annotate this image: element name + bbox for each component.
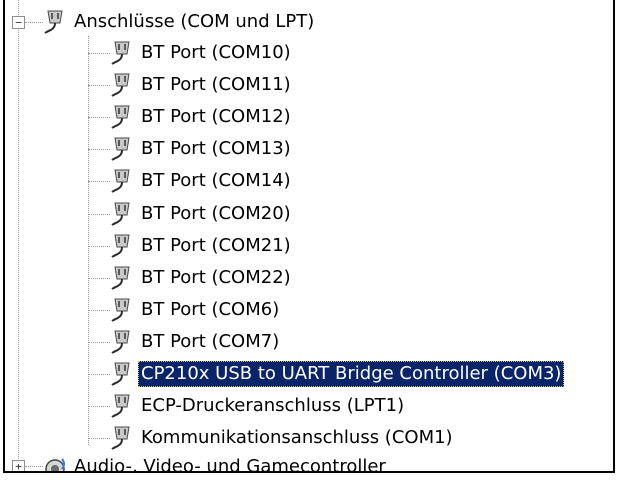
port-connector-icon	[111, 137, 130, 161]
tree-node-label: BT Port (COM10)	[141, 42, 291, 63]
port-connector-icon	[111, 105, 130, 129]
tree-node-label: BT Port (COM6)	[141, 299, 280, 320]
port-connector-icon	[111, 169, 130, 193]
tree-node-port[interactable]: BT Port (COM7)	[108, 327, 282, 357]
tree-branch	[88, 246, 110, 247]
port-connector-icon	[111, 426, 130, 450]
tree-node-label: Anschlüsse (COM und LPT)	[74, 11, 315, 32]
tree-line-root	[18, 0, 19, 465]
tree-node-port[interactable]: ECP-Druckeranschluss (LPT1)	[108, 391, 407, 421]
tree-node-port[interactable]: BT Port (COM11)	[108, 70, 294, 100]
tree-node-label: BT Port (COM14)	[141, 170, 291, 191]
port-connector-icon	[111, 298, 130, 322]
tree-branch	[88, 278, 110, 279]
port-connector-icon	[111, 234, 130, 258]
tree-line-children	[88, 36, 89, 445]
tree-branch	[88, 149, 110, 150]
tree-node-label: ECP-Druckeranschluss (LPT1)	[141, 395, 405, 416]
tree-node-port[interactable]: BT Port (COM10)	[108, 38, 294, 68]
tree-branch	[88, 85, 110, 86]
tree-node-audio[interactable]: Audio-, Video- und Gamecontroller	[41, 452, 389, 473]
tree-branch	[88, 374, 110, 375]
collapse-toggle[interactable]: −	[12, 16, 25, 29]
port-connector-icon	[111, 362, 130, 386]
port-connector-icon	[44, 10, 63, 34]
port-connector-icon	[111, 330, 130, 354]
tree-node-port[interactable]: CP210x USB to UART Bridge Controller (CO…	[108, 359, 565, 389]
expand-toggle[interactable]: +	[12, 460, 25, 471]
tree-node-label: BT Port (COM12)	[141, 106, 291, 127]
tree-node-label: BT Port (COM21)	[141, 235, 291, 256]
tree-node-label: BT Port (COM13)	[141, 138, 291, 159]
port-connector-icon	[111, 266, 130, 290]
tree-branch	[88, 53, 110, 54]
tree-branch	[88, 214, 110, 215]
tree-node-label: BT Port (COM22)	[141, 267, 291, 288]
port-connector-icon	[111, 73, 130, 97]
tree-node-port[interactable]: BT Port (COM20)	[108, 199, 294, 229]
tree-branch	[88, 117, 110, 118]
tree-node-port[interactable]: BT Port (COM14)	[108, 166, 294, 196]
tree-node-label: CP210x USB to UART Bridge Controller (CO…	[138, 361, 565, 387]
tree-node-port[interactable]: BT Port (COM12)	[108, 102, 294, 132]
tree-node-label: BT Port (COM20)	[141, 203, 291, 224]
tree-node-port[interactable]: BT Port (COM22)	[108, 263, 294, 293]
tree-node-port[interactable]: BT Port (COM6)	[108, 295, 282, 325]
tree-branch	[88, 310, 110, 311]
tree-node-anschluesse[interactable]: Anschlüsse (COM und LPT)	[41, 7, 317, 37]
device-tree[interactable]: − Anschlüsse (COM und LPT) BT Port (COM1…	[3, 0, 615, 473]
tree-node-label: BT Port (COM7)	[141, 331, 280, 352]
tree-branch	[88, 406, 110, 407]
port-connector-icon	[111, 41, 130, 65]
speaker-icon	[45, 458, 65, 471]
tree-node-port[interactable]: BT Port (COM13)	[108, 134, 294, 164]
tree-node-label: BT Port (COM11)	[141, 74, 291, 95]
tree-branch	[88, 438, 110, 439]
tree-node-port[interactable]: Kommunikationsanschluss (COM1)	[108, 423, 456, 453]
tree-node-label: Kommunikationsanschluss (COM1)	[141, 427, 453, 448]
tree-branch	[88, 181, 110, 182]
tree-branch	[88, 342, 110, 343]
tree-node-port[interactable]: BT Port (COM21)	[108, 231, 294, 261]
port-connector-icon	[111, 202, 130, 226]
tree-node-label: Audio-, Video- und Gamecontroller	[74, 456, 386, 473]
port-connector-icon	[111, 394, 130, 418]
